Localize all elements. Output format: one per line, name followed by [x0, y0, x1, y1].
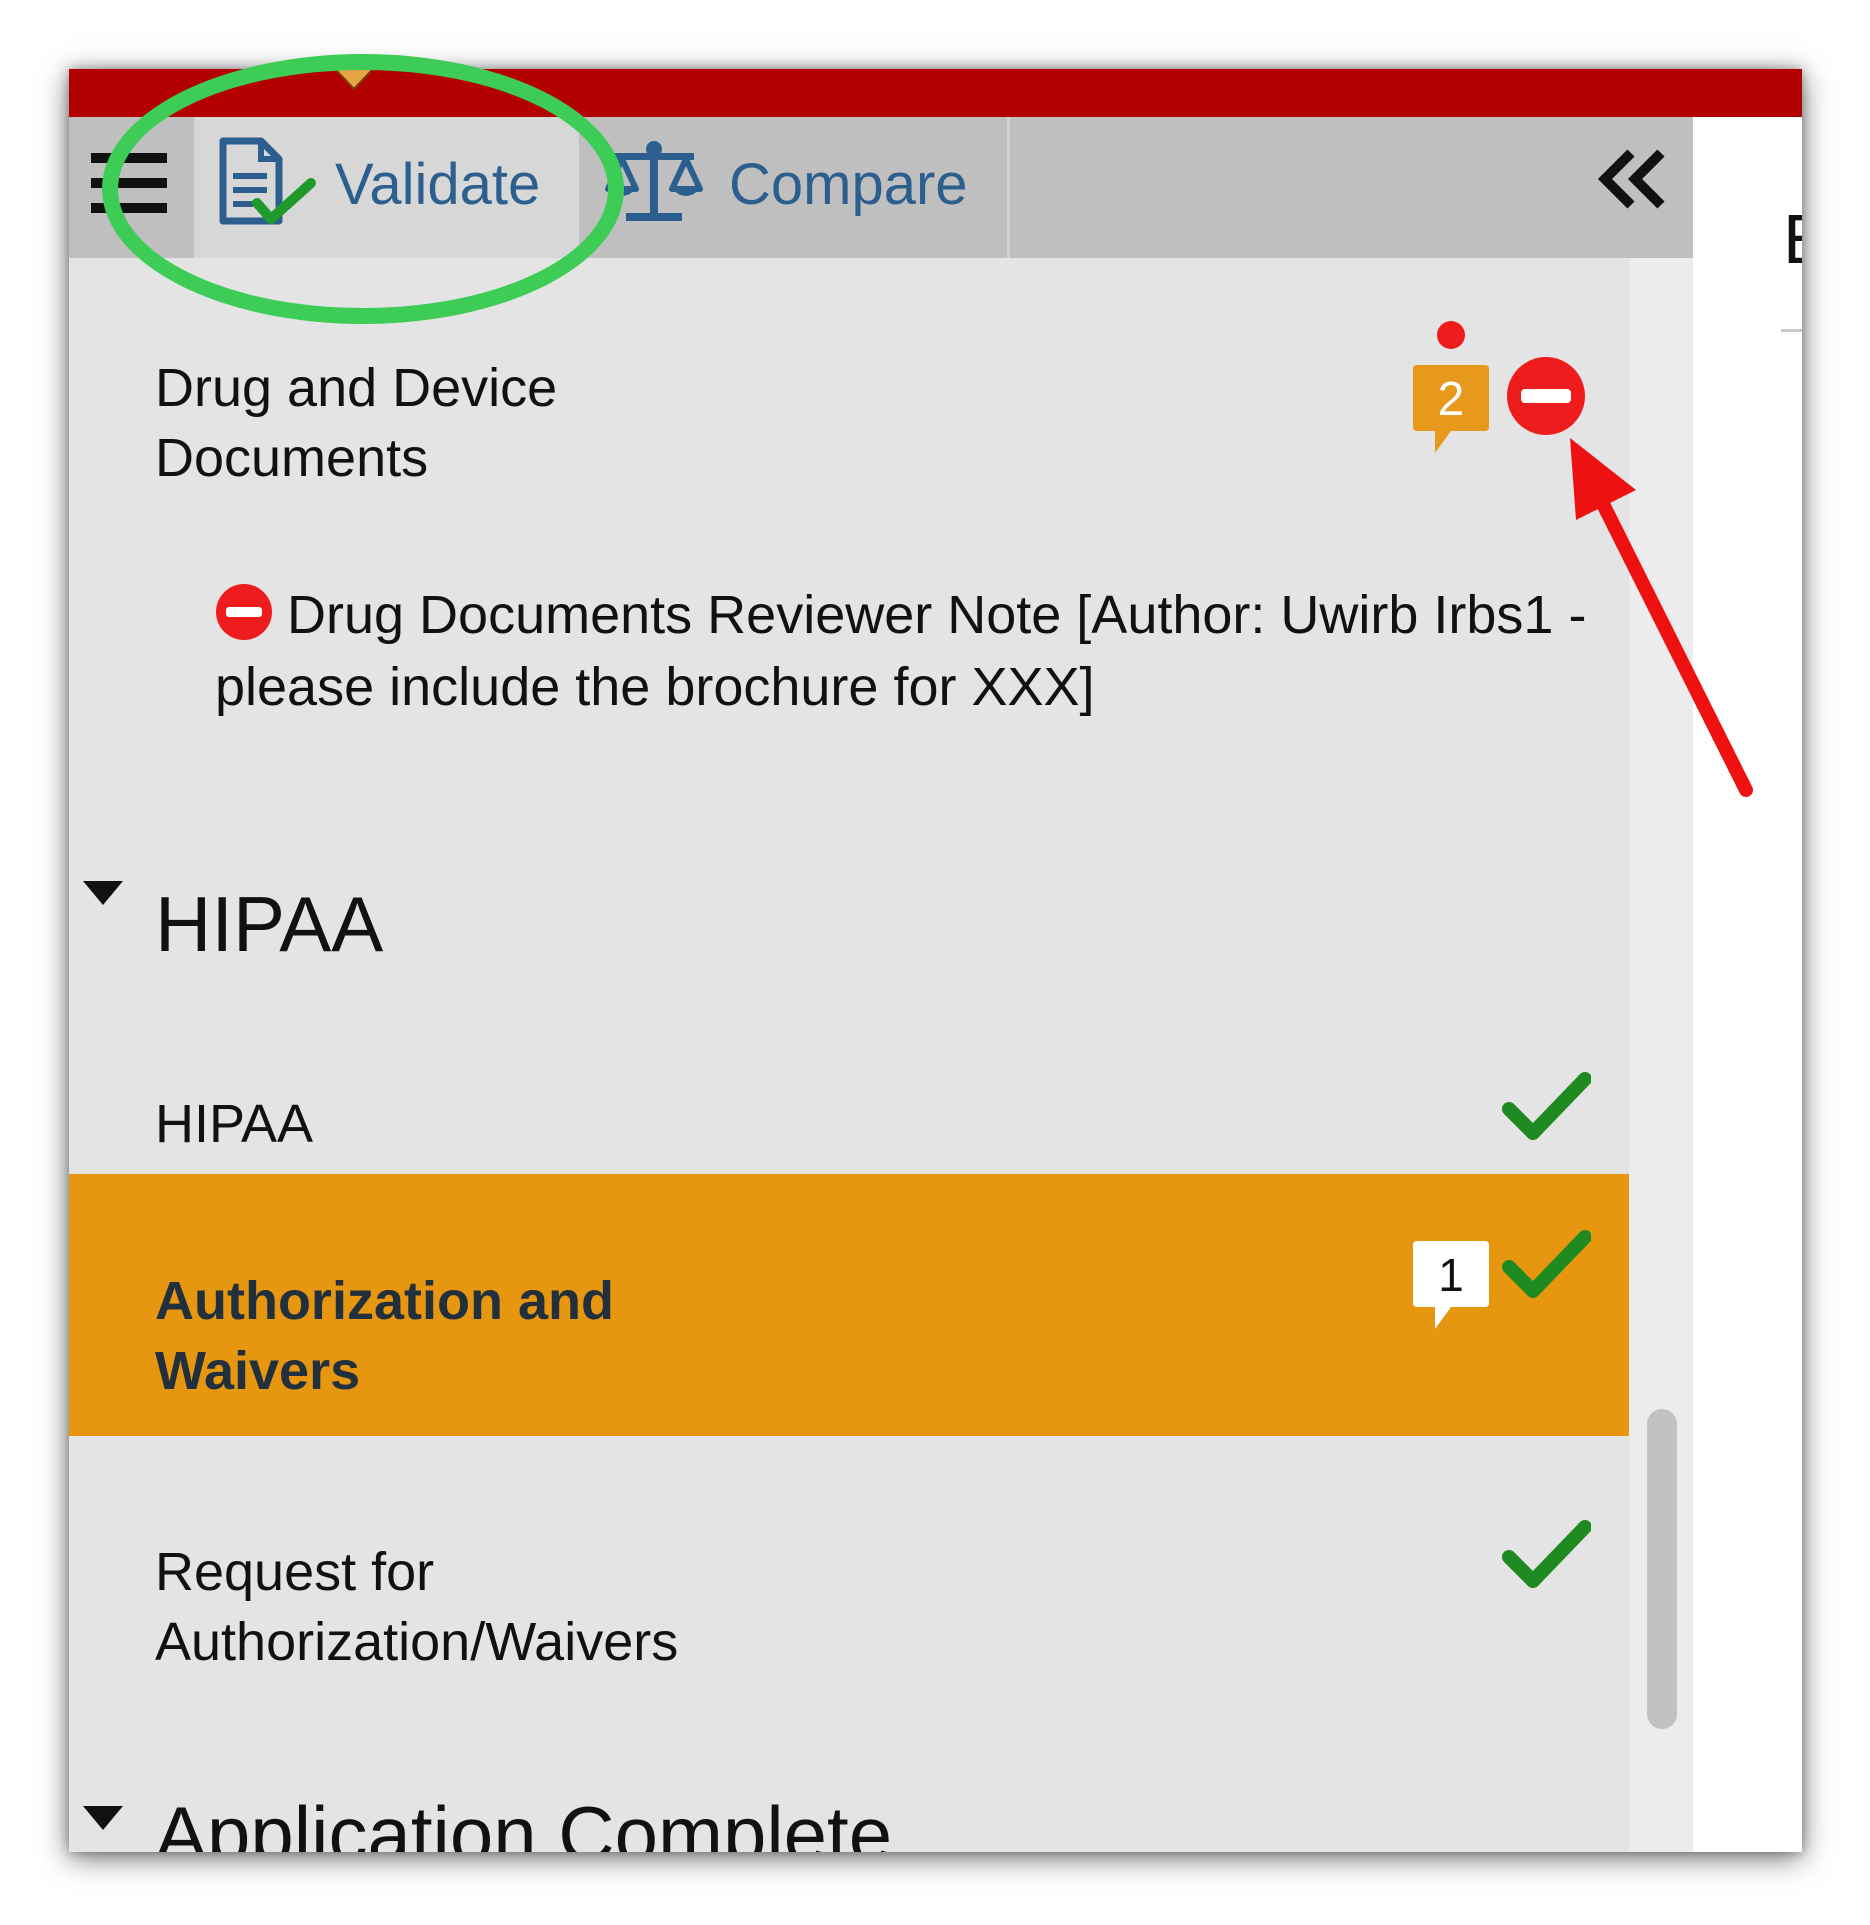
annotation-arrow-icon	[1570, 438, 1753, 797]
content-pane-heading-fragment: E	[1783, 199, 1802, 279]
comment-count-auth: 1	[1438, 1249, 1464, 1301]
comment-count-drug: 2	[1438, 373, 1465, 426]
nav-item-request-authorization-waivers[interactable]: Request for Authorization/Waivers	[155, 1537, 678, 1677]
nav-item-hipaa[interactable]: HIPAA	[155, 1089, 313, 1159]
content-pane	[1693, 117, 1802, 1852]
tab-compare[interactable]: Compare	[729, 151, 968, 218]
comment-bubble-icon[interactable]: 1	[1411, 1237, 1491, 1335]
double-chevron-left-icon[interactable]	[1597, 147, 1669, 211]
section-heading-application-complete[interactable]: Application Complete	[155, 1789, 892, 1852]
content-pane-divider	[1781, 329, 1802, 332]
minus-circle-icon	[216, 584, 272, 640]
comment-bubble-icon[interactable]: 2	[1411, 361, 1491, 459]
scrollbar-thumb[interactable]	[1647, 1409, 1677, 1729]
caret-down-icon[interactable]	[81, 1804, 125, 1832]
checkmark-icon	[1502, 1072, 1591, 1140]
nav-item-authorization-waivers[interactable]: Authorization and Waivers	[155, 1266, 614, 1406]
checkmark-icon	[1502, 1230, 1591, 1298]
section-heading-hipaa[interactable]: HIPAA	[155, 879, 383, 970]
checkmark-icon	[1502, 1520, 1591, 1588]
nav-item-drug-device-documents[interactable]: Drug and Device Documents	[155, 353, 557, 493]
unread-dot-icon	[1437, 321, 1465, 349]
reviewer-note-text: Drug Documents Reviewer Note [Author: Uw…	[215, 585, 1587, 717]
annotation-highlight-oval	[102, 54, 624, 324]
app-window: Validate Compare E Drug and Device Docum…	[69, 69, 1802, 1852]
minus-circle-icon	[1507, 357, 1585, 435]
caret-down-icon[interactable]	[81, 879, 125, 907]
tab-divider	[1007, 117, 1010, 258]
reviewer-note: Drug Documents Reviewer Note [Author: Uw…	[215, 579, 1615, 723]
